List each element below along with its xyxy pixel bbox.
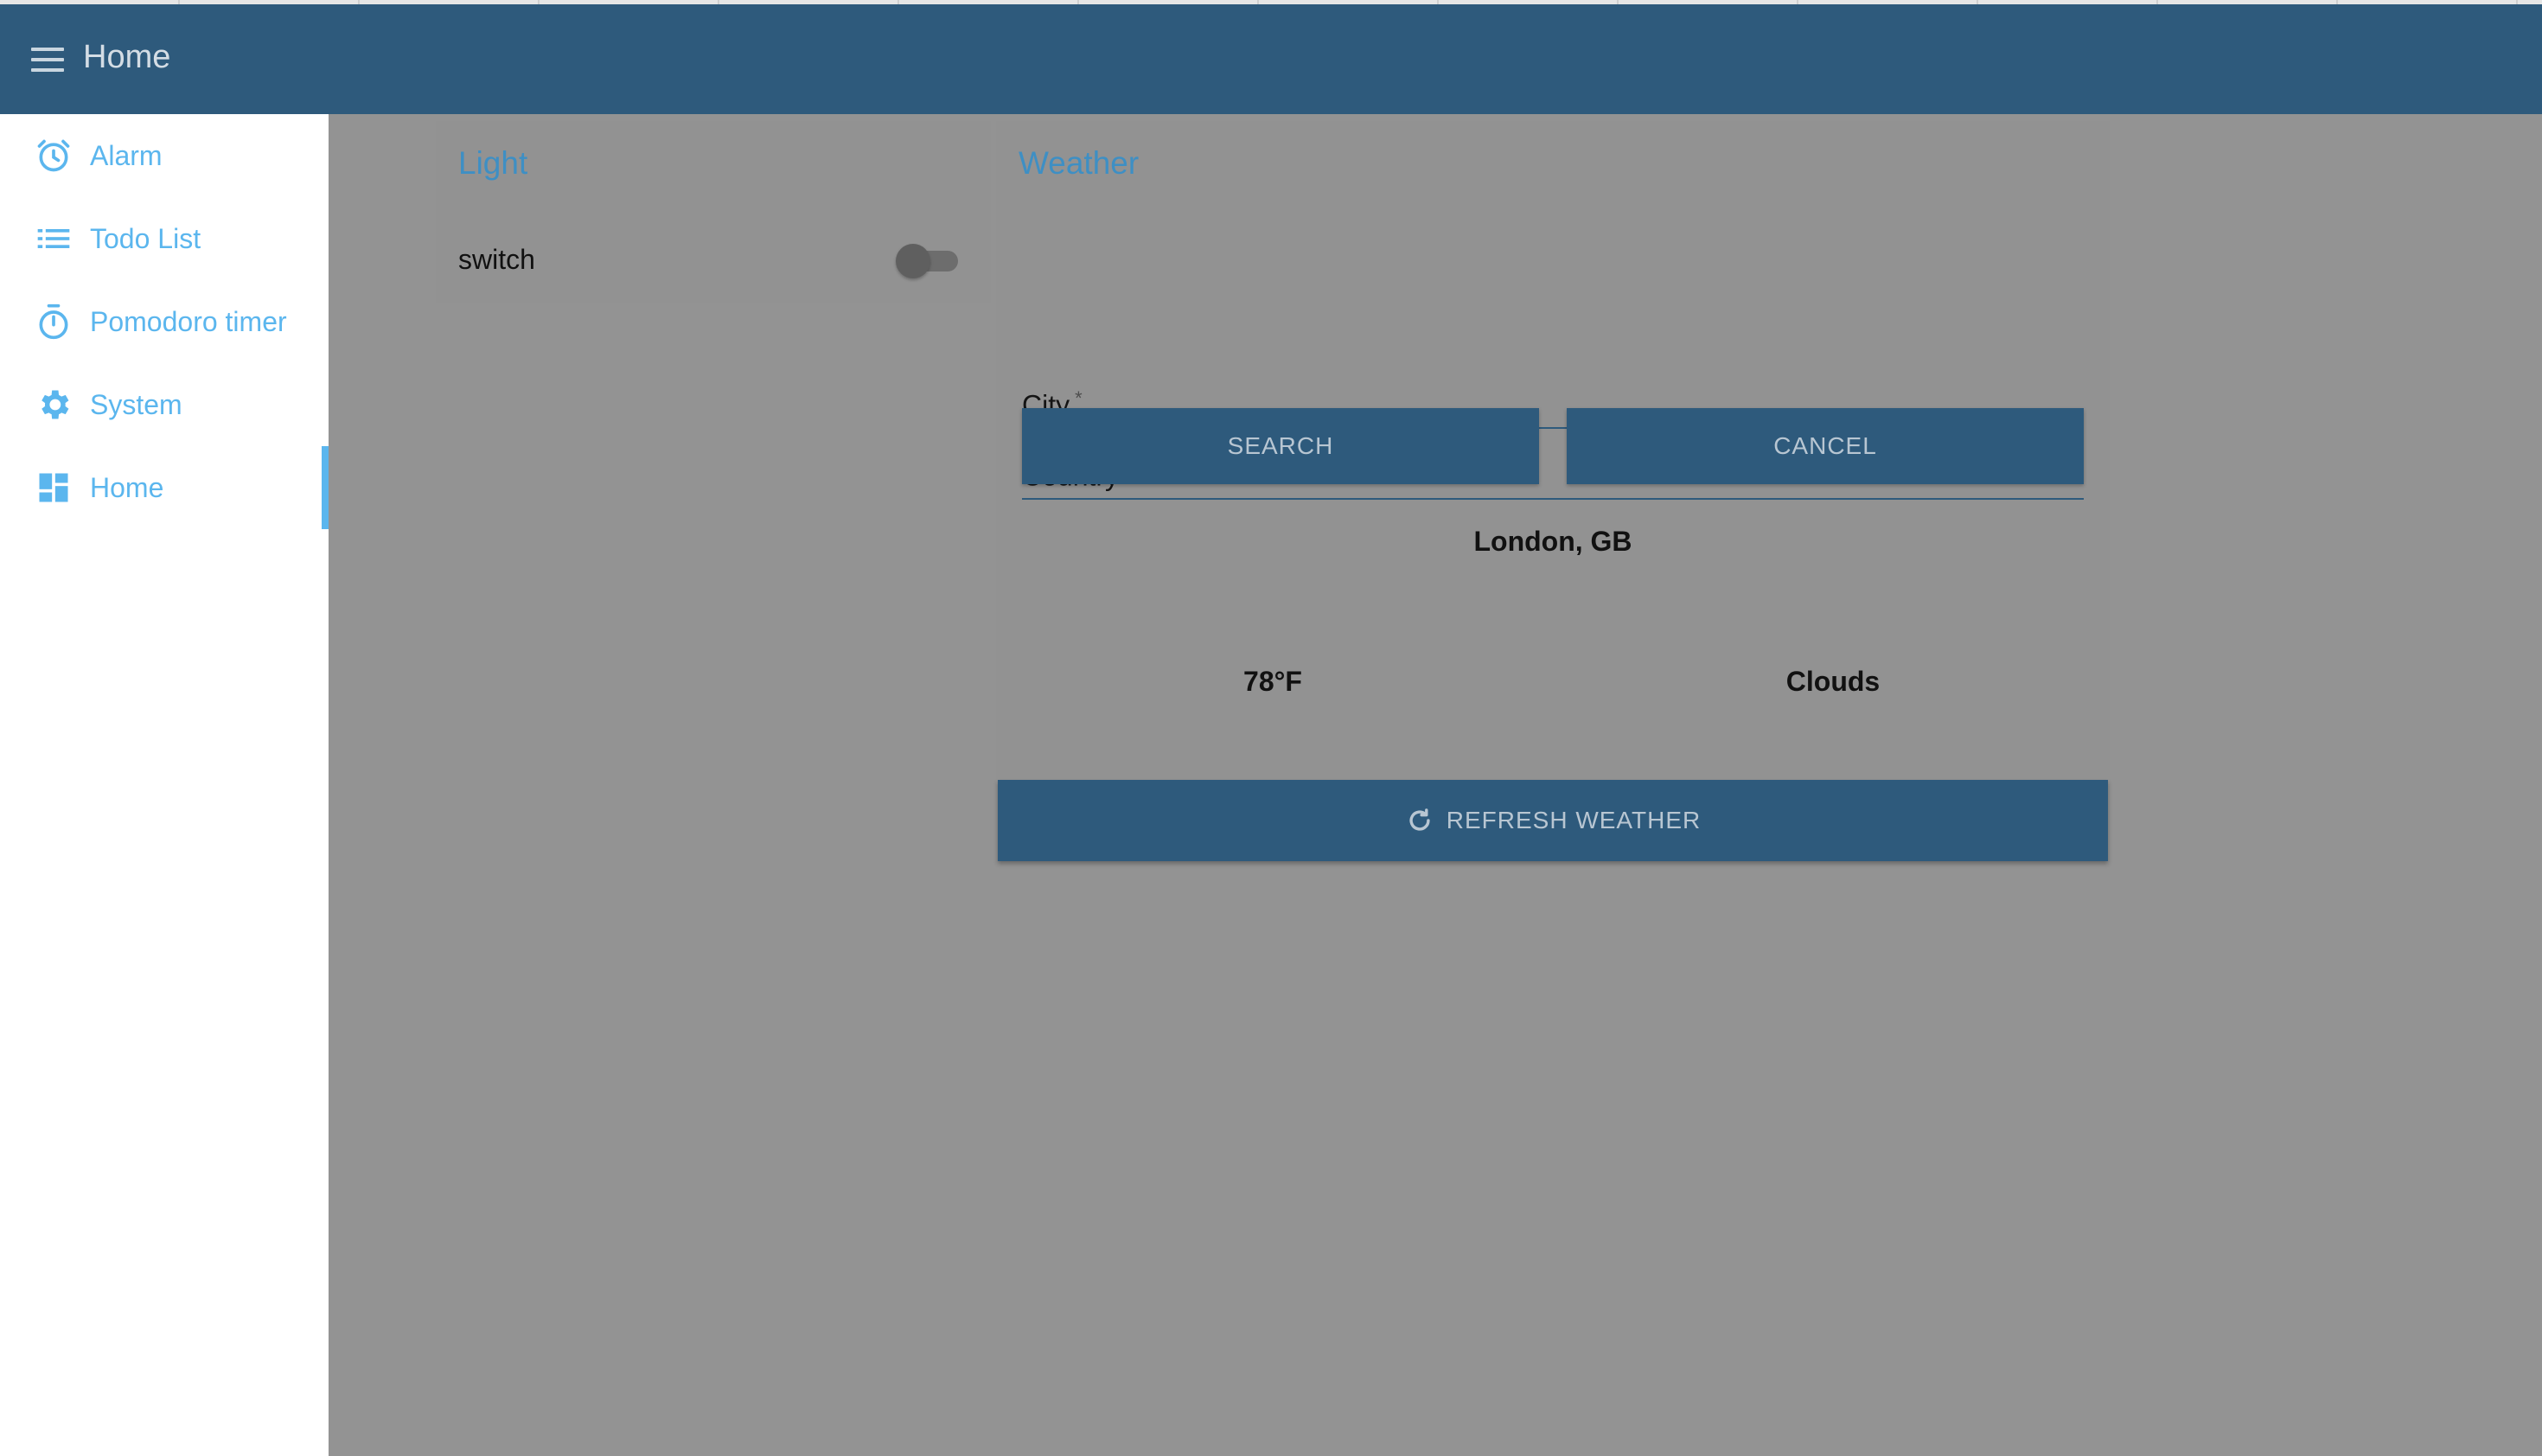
light-switch-toggle[interactable] <box>896 242 961 278</box>
search-button[interactable]: SEARCH <box>1022 408 1539 484</box>
sidebar-item-label: System <box>90 388 182 420</box>
sidebar-item-system[interactable]: System <box>0 363 329 446</box>
sidebar-item-todo-list[interactable]: Todo List <box>0 197 329 280</box>
location-text: London, GB <box>1473 526 1632 557</box>
weather-card-title: Weather <box>1019 145 1140 181</box>
gear-icon <box>42 390 69 419</box>
switch-label: switch <box>458 244 535 275</box>
sidebar-item-label: Home <box>90 471 164 503</box>
refresh-icon <box>1409 808 1430 831</box>
dashboard-icon <box>39 473 68 502</box>
light-card: Light switch <box>436 121 991 303</box>
hamburger-menu-icon[interactable] <box>31 48 64 72</box>
condition-text: Clouds <box>1785 666 1881 697</box>
search-button-label: SEARCH <box>1227 432 1334 459</box>
temperature-text: 78°F <box>1243 666 1302 697</box>
active-indicator <box>322 446 329 529</box>
cancel-button[interactable]: CANCEL <box>1567 408 2084 484</box>
timer-icon <box>39 303 68 340</box>
cancel-button-label: CANCEL <box>1773 432 1877 459</box>
light-card-title: Light <box>458 145 528 181</box>
refresh-weather-button[interactable]: REFRESH WEATHER <box>998 780 2108 861</box>
refresh-weather-label: REFRESH WEATHER <box>1446 807 1702 833</box>
page-title: Home <box>83 39 171 75</box>
app-bar: Home <box>0 4 2542 114</box>
sidebar-item-pomodoro-timer[interactable]: Pomodoro timer <box>0 280 329 363</box>
sidebar-item-label: Pomodoro timer <box>90 305 287 337</box>
sidebar-item-label: Alarm <box>90 139 163 171</box>
sidebar-item-alarm[interactable]: Alarm <box>0 114 329 197</box>
alarm-clock-icon <box>37 139 70 172</box>
sidebar-item-label: Todo List <box>90 222 201 254</box>
toggle-thumb <box>896 244 930 278</box>
sidebar-item-home[interactable]: Home <box>0 446 329 529</box>
list-icon <box>37 229 70 248</box>
sidebar: Alarm Todo List Pomodoro timer System Ho… <box>0 114 329 1456</box>
weather-card: Weather City* Country* SEARCH CANCEL Lon… <box>996 121 2110 778</box>
